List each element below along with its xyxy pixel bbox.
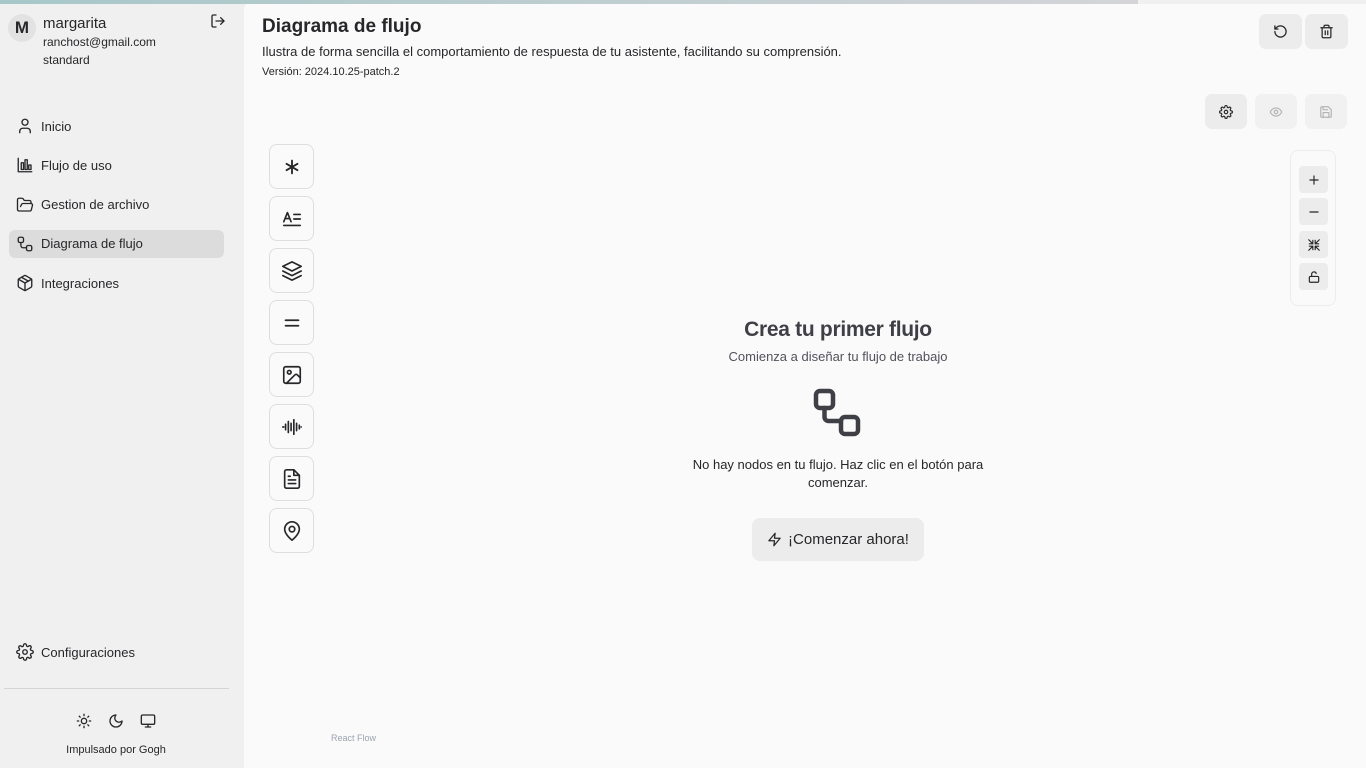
map-pin-icon: [283, 520, 300, 541]
main-content: Diagrama de flujo Ilustra de forma senci…: [244, 0, 1366, 768]
theme-switcher: [76, 713, 156, 729]
add-location-node-button[interactable]: [269, 508, 314, 553]
package-icon: [16, 274, 34, 292]
zoom-out-button[interactable]: [1299, 198, 1328, 225]
add-layers-node-button[interactable]: [269, 248, 314, 293]
equals-icon: [284, 318, 299, 327]
loading-progress-fill: [0, 0, 1138, 4]
preview-button[interactable]: [1255, 94, 1297, 129]
empty-state-title: Crea tu primer flujo: [744, 318, 932, 341]
user-email: ranchost@gmail.com: [43, 35, 156, 49]
node-toolbar: [269, 144, 314, 560]
user-icon: [16, 117, 34, 135]
add-image-node-button[interactable]: [269, 352, 314, 397]
sidebar-item-label: Configuraciones: [41, 644, 135, 660]
sun-icon[interactable]: [76, 713, 92, 729]
save-button[interactable]: [1305, 94, 1347, 129]
page-description: Ilustra de forma sencilla el comportamie…: [262, 44, 842, 59]
gear-icon: [16, 643, 34, 661]
user-name: margarita: [43, 15, 107, 32]
eye-icon: [1269, 106, 1283, 117]
rotate-ccw-icon: [1274, 25, 1287, 38]
sidebar-item-flujo-de-uso[interactable]: Flujo de uso: [9, 151, 224, 179]
moon-icon[interactable]: [108, 713, 124, 729]
shrink-icon: [1307, 238, 1320, 251]
start-now-label: ¡Comenzar ahora!: [788, 531, 909, 548]
unlock-icon: [1308, 270, 1319, 283]
avatar: M: [8, 14, 36, 42]
file-text-icon: [283, 468, 300, 489]
sidebar-item-gestion-de-archivo[interactable]: Gestion de archivo: [9, 191, 224, 219]
monitor-icon[interactable]: [140, 713, 156, 729]
reset-button[interactable]: [1259, 14, 1302, 49]
zoom-controls: [1290, 150, 1336, 306]
sidebar-nav: Inicio Flujo de uso Gestion de archivo D…: [9, 112, 224, 308]
add-condition-node-button[interactable]: [269, 300, 314, 345]
react-flow-attribution[interactable]: React Flow: [331, 733, 376, 743]
audio-waveform-icon: [281, 418, 302, 435]
sidebar-item-label: Integraciones: [41, 275, 120, 291]
image-icon: [282, 365, 301, 384]
layers-icon: [281, 260, 302, 281]
zap-icon: [768, 532, 781, 547]
sidebar-item-label: Diagrama de flujo: [41, 236, 143, 252]
add-text-node-button[interactable]: [269, 196, 314, 241]
gear-icon: [1219, 104, 1233, 119]
workflow-icon: [812, 388, 864, 440]
fit-view-button[interactable]: [1299, 231, 1328, 258]
trash-icon: [1320, 24, 1333, 39]
user-plan: standard: [43, 53, 90, 67]
plus-icon: [1308, 174, 1319, 185]
powered-by-label: Impulsado por Gogh: [66, 744, 166, 756]
user-profile: M margarita ranchost@gmail.com standard: [8, 13, 236, 69]
sidebar-item-inicio[interactable]: Inicio: [9, 112, 224, 140]
version-label: Versión: 2024.10.25-patch.2: [262, 66, 400, 78]
flow-settings-button[interactable]: [1205, 94, 1247, 129]
sidebar-item-diagrama-de-flujo[interactable]: Diagrama de flujo: [9, 229, 224, 258]
folder-open-icon: [16, 196, 34, 214]
logout-icon[interactable]: [210, 13, 226, 29]
sidebar: M margarita ranchost@gmail.com standard …: [0, 0, 244, 768]
minus-icon: [1308, 210, 1319, 213]
start-now-button[interactable]: ¡Comenzar ahora!: [752, 518, 924, 561]
bar-chart-icon: [16, 156, 34, 174]
sidebar-item-integraciones[interactable]: Integraciones: [9, 269, 224, 297]
asterisk-icon: [285, 159, 298, 174]
loading-progress-bar: [0, 0, 1366, 4]
empty-state-message: No hay nodos en tu flujo. Haz clic en el…: [692, 457, 984, 490]
sidebar-item-configuraciones[interactable]: Configuraciones: [9, 638, 224, 666]
empty-state: Crea tu primer flujo Comienza a diseñar …: [688, 318, 988, 561]
save-icon: [1320, 105, 1332, 118]
sidebar-item-label: Gestion de archivo: [41, 197, 150, 213]
workflow-icon: [16, 235, 34, 253]
page-title: Diagrama de flujo: [262, 16, 422, 37]
add-audio-node-button[interactable]: [269, 404, 314, 449]
empty-state-subtitle: Comienza a diseñar tu flujo de trabajo: [728, 349, 948, 364]
zoom-in-button[interactable]: [1299, 166, 1328, 193]
sidebar-item-label: Flujo de uso: [41, 157, 112, 173]
delete-button[interactable]: [1305, 14, 1348, 49]
lock-toggle-button[interactable]: [1299, 263, 1328, 290]
sidebar-item-label: Inicio: [41, 118, 72, 134]
sidebar-divider: [4, 688, 229, 689]
add-start-node-button[interactable]: [269, 144, 314, 189]
text-align-icon: [282, 211, 301, 226]
add-document-node-button[interactable]: [269, 456, 314, 501]
